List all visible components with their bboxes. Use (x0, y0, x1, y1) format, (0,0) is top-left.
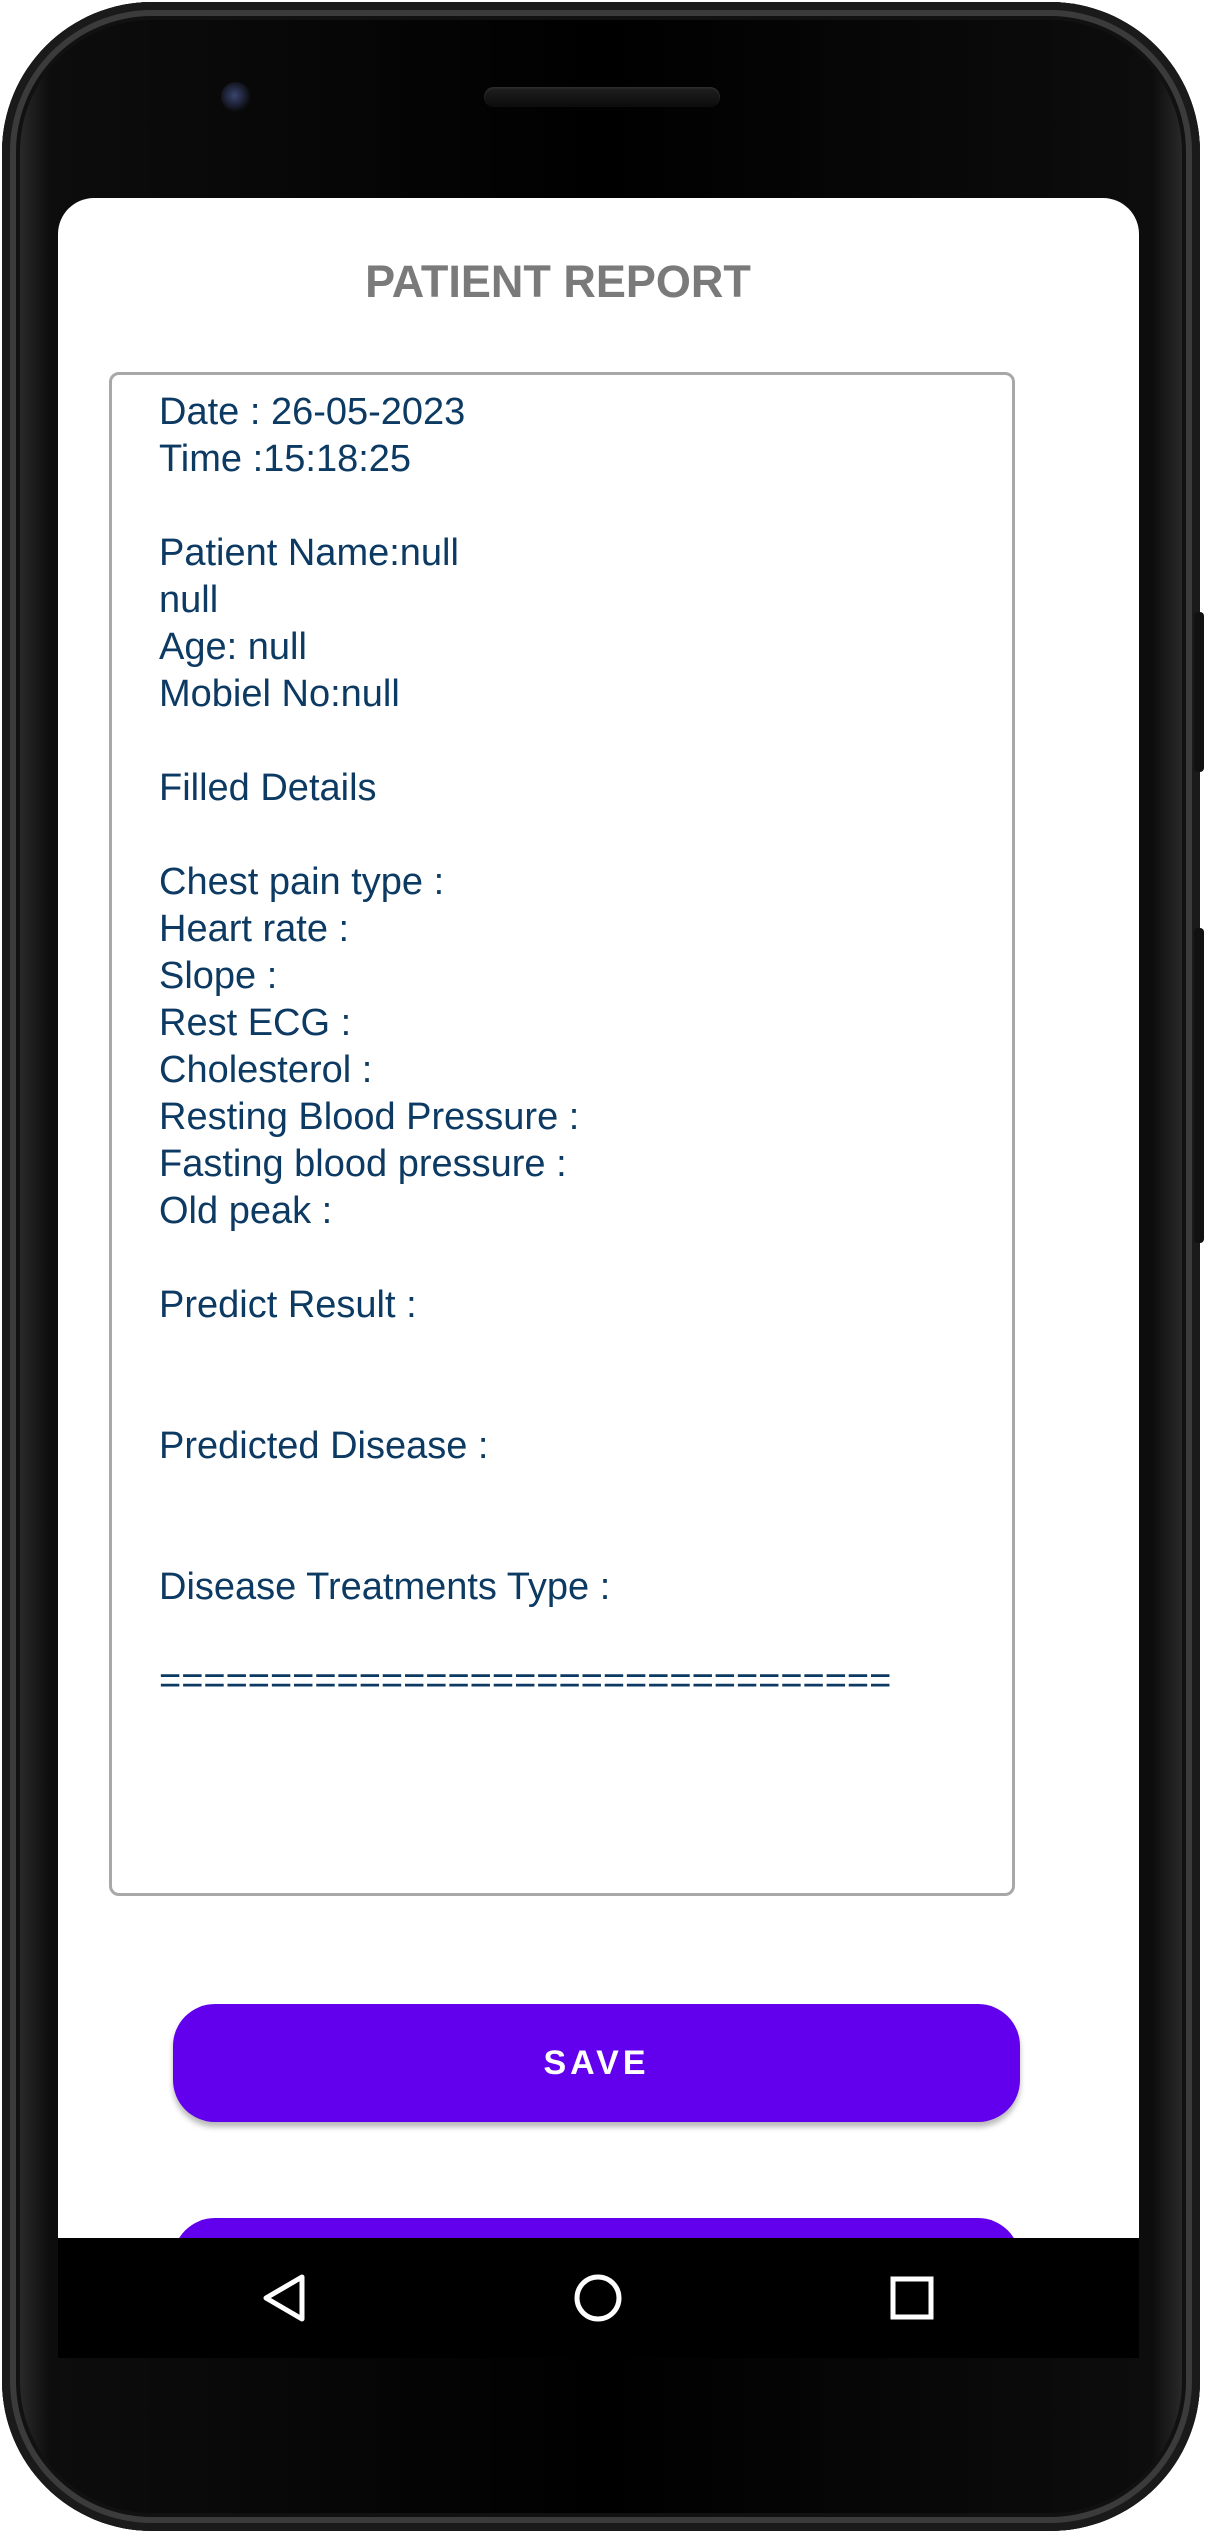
system-navigation-bar (58, 2238, 1139, 2358)
back-triangle-icon[interactable] (224, 2238, 344, 2358)
save-button[interactable]: SAVE (173, 2004, 1020, 2122)
phone-frame: PATIENT REPORT Date : 26-05-2023 Time :1… (0, 0, 1206, 2533)
volume-button (1194, 928, 1204, 1243)
earpiece-speaker (484, 87, 720, 107)
power-button (1194, 612, 1204, 772)
app-screen: PATIENT REPORT Date : 26-05-2023 Time :1… (58, 198, 1139, 2238)
page-title: PATIENT REPORT (365, 256, 751, 307)
front-camera-icon (221, 82, 251, 112)
recents-square-icon[interactable] (852, 2238, 972, 2358)
secondary-button[interactable] (173, 2218, 1020, 2238)
report-content: Date : 26-05-2023 Time :15:18:25 Patient… (159, 391, 892, 1702)
report-text-area[interactable]: Date : 26-05-2023 Time :15:18:25 Patient… (109, 372, 1015, 1896)
home-circle-icon[interactable] (538, 2238, 658, 2358)
